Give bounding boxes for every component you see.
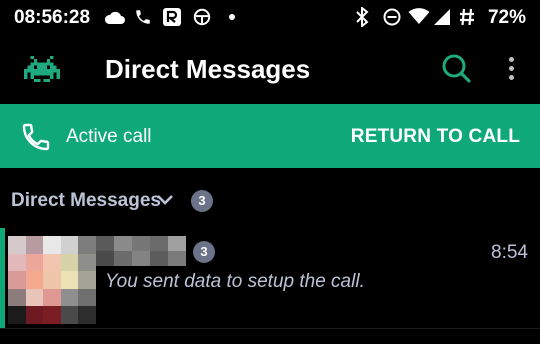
phone-icon bbox=[136, 10, 150, 24]
space-invader-icon bbox=[24, 55, 60, 83]
bluetooth-icon bbox=[356, 7, 369, 27]
contact-name-redacted bbox=[96, 236, 186, 266]
phone-icon bbox=[22, 123, 50, 151]
signal-icon bbox=[434, 9, 450, 25]
do-not-disturb-icon bbox=[383, 8, 401, 26]
status-time: 08:56:28 bbox=[14, 7, 91, 28]
selected-row-indicator bbox=[0, 228, 5, 328]
chevron-down-icon[interactable] bbox=[156, 193, 174, 207]
r-app-icon bbox=[163, 8, 181, 26]
active-call-banner[interactable]: Active call RETURN TO CALL bbox=[0, 104, 540, 168]
conversation-row[interactable]: 3 8:54 You sent data to setup the call. bbox=[0, 228, 540, 328]
hash-icon bbox=[460, 8, 474, 26]
steering-wheel-icon bbox=[193, 8, 211, 26]
status-bar: 08:56:28 72% bbox=[0, 0, 540, 34]
message-time: 8:54 bbox=[491, 242, 528, 263]
cloud-icon bbox=[104, 11, 125, 24]
section-title: Direct Messages bbox=[11, 190, 161, 211]
section-count-badge: 3 bbox=[191, 190, 213, 212]
row-divider bbox=[0, 328, 540, 329]
more-vert-icon[interactable] bbox=[502, 54, 522, 84]
search-icon[interactable] bbox=[440, 52, 472, 84]
dot-icon bbox=[229, 14, 235, 20]
wifi-icon bbox=[408, 8, 430, 24]
active-call-label: Active call bbox=[66, 126, 152, 147]
direct-messages-section-header[interactable]: Direct Messages 3 bbox=[0, 184, 540, 218]
last-message-preview: You sent data to setup the call. bbox=[105, 271, 365, 292]
unread-count-badge: 3 bbox=[193, 241, 215, 263]
page-title: Direct Messages bbox=[105, 54, 311, 84]
return-to-call-button[interactable]: RETURN TO CALL bbox=[351, 126, 520, 148]
avatar bbox=[8, 236, 96, 324]
app-toolbar: Direct Messages bbox=[0, 34, 540, 104]
battery-level: 72% bbox=[487, 7, 526, 28]
